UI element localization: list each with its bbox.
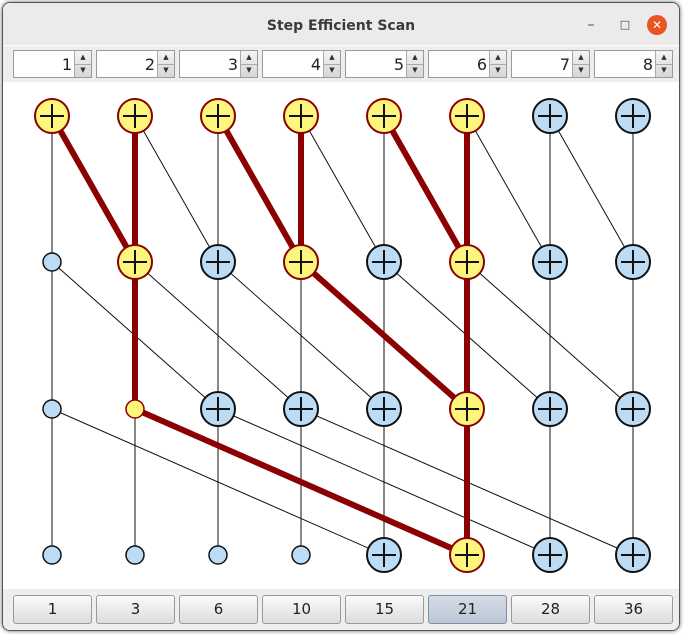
- add-node: [532, 98, 568, 134]
- spinner-arrows: ▲ ▼: [157, 51, 174, 77]
- input-spinner-4[interactable]: 4 ▲ ▼: [262, 50, 341, 78]
- spinner-up-icon[interactable]: ▲: [407, 51, 423, 65]
- spinner-down-icon[interactable]: ▼: [573, 64, 589, 77]
- add-node: [449, 244, 485, 280]
- input-spinner-7[interactable]: 7 ▲ ▼: [511, 50, 590, 78]
- spinner-down-icon[interactable]: ▼: [656, 64, 672, 77]
- spinner-down-icon[interactable]: ▼: [490, 64, 506, 77]
- pass-node: [125, 399, 145, 419]
- spinner-value[interactable]: 3: [180, 51, 238, 77]
- result-button-1[interactable]: 1: [13, 595, 92, 624]
- app-window: Step Efficient Scan – □ ✕ 1 ▲ ▼ 2 ▲ ▼ 3 …: [2, 2, 680, 631]
- pass-node: [125, 545, 145, 565]
- spinner-up-icon[interactable]: ▲: [490, 51, 506, 65]
- add-node: [615, 391, 651, 427]
- add-node: [615, 244, 651, 280]
- spinner-up-icon[interactable]: ▲: [241, 51, 257, 65]
- add-node: [366, 98, 402, 134]
- input-spinner-row: 1 ▲ ▼ 2 ▲ ▼ 3 ▲ ▼ 4 ▲ ▼ 5 ▲ ▼ 6 ▲ ▼ 7 ▲ …: [3, 46, 679, 82]
- scan-edge: [466, 115, 551, 263]
- add-node: [200, 391, 236, 427]
- spinner-arrows: ▲ ▼: [240, 51, 257, 77]
- pass-node: [42, 545, 62, 565]
- spinner-value[interactable]: 4: [263, 51, 321, 77]
- add-node: [366, 244, 402, 280]
- spinner-value[interactable]: 5: [346, 51, 404, 77]
- spinner-value[interactable]: 2: [97, 51, 155, 77]
- input-spinner-8[interactable]: 8 ▲ ▼: [594, 50, 673, 78]
- result-button-6[interactable]: 21: [428, 595, 507, 624]
- scan-diagram-canvas: [3, 82, 679, 589]
- spinner-up-icon[interactable]: ▲: [324, 51, 340, 65]
- scan-edge: [549, 115, 634, 263]
- input-spinner-5[interactable]: 5 ▲ ▼: [345, 50, 424, 78]
- spinner-arrows: ▲ ▼: [489, 51, 506, 77]
- spinner-down-icon[interactable]: ▼: [324, 64, 340, 77]
- add-node: [34, 98, 70, 134]
- spinner-up-icon[interactable]: ▲: [75, 51, 91, 65]
- add-node: [117, 98, 153, 134]
- add-node: [366, 391, 402, 427]
- pass-node: [291, 545, 311, 565]
- spinner-down-icon[interactable]: ▼: [407, 64, 423, 77]
- add-node: [449, 391, 485, 427]
- spinner-value[interactable]: 1: [14, 51, 72, 77]
- add-node: [615, 537, 651, 573]
- result-button-5[interactable]: 15: [345, 595, 424, 624]
- input-spinner-2[interactable]: 2 ▲ ▼: [96, 50, 175, 78]
- spinner-down-icon[interactable]: ▼: [75, 64, 91, 77]
- spinner-up-icon[interactable]: ▲: [158, 51, 174, 65]
- spinner-value[interactable]: 8: [595, 51, 653, 77]
- spinner-arrows: ▲ ▼: [406, 51, 423, 77]
- add-node: [449, 98, 485, 134]
- scan-edge: [134, 115, 219, 263]
- scan-edge: [300, 115, 385, 263]
- add-node: [200, 98, 236, 134]
- spinner-value[interactable]: 7: [512, 51, 570, 77]
- add-node: [283, 98, 319, 134]
- add-node: [366, 537, 402, 573]
- window-title: Step Efficient Scan: [266, 18, 416, 34]
- title-bar[interactable]: Step Efficient Scan – □ ✕: [3, 3, 679, 45]
- highlighted-path-edge: [215, 113, 304, 265]
- result-button-2[interactable]: 3: [96, 595, 175, 624]
- add-node: [283, 244, 319, 280]
- highlighted-path-edge: [381, 113, 470, 265]
- add-node: [532, 244, 568, 280]
- result-button-4[interactable]: 10: [262, 595, 341, 624]
- result-button-row: 1 3 6 10 15 21 28 36: [3, 589, 679, 630]
- spinner-arrows: ▲ ▼: [655, 51, 672, 77]
- spinner-down-icon[interactable]: ▼: [241, 64, 257, 77]
- add-node: [117, 244, 153, 280]
- spinner-up-icon[interactable]: ▲: [573, 51, 589, 65]
- spinner-value[interactable]: 6: [429, 51, 487, 77]
- close-button[interactable]: ✕: [647, 15, 667, 35]
- add-node: [449, 537, 485, 573]
- pass-node: [42, 399, 62, 419]
- spinner-arrows: ▲ ▼: [572, 51, 589, 77]
- highlighted-path-edge: [49, 113, 138, 265]
- result-button-3[interactable]: 6: [179, 595, 258, 624]
- result-button-7[interactable]: 28: [511, 595, 590, 624]
- maximize-button[interactable]: □: [615, 15, 635, 35]
- add-node: [615, 98, 651, 134]
- minimize-button[interactable]: –: [581, 15, 601, 35]
- add-node: [532, 537, 568, 573]
- spinner-down-icon[interactable]: ▼: [158, 64, 174, 77]
- add-node: [200, 244, 236, 280]
- result-button-8[interactable]: 36: [594, 595, 673, 624]
- spinner-arrows: ▲ ▼: [74, 51, 91, 77]
- add-node: [283, 391, 319, 427]
- add-node: [532, 391, 568, 427]
- scan-diagram: [34, 98, 651, 573]
- input-spinner-1[interactable]: 1 ▲ ▼: [13, 50, 92, 78]
- spinner-up-icon[interactable]: ▲: [656, 51, 672, 65]
- spinner-arrows: ▲ ▼: [323, 51, 340, 77]
- input-spinner-6[interactable]: 6 ▲ ▼: [428, 50, 507, 78]
- pass-node: [42, 252, 62, 272]
- input-spinner-3[interactable]: 3 ▲ ▼: [179, 50, 258, 78]
- pass-node: [208, 545, 228, 565]
